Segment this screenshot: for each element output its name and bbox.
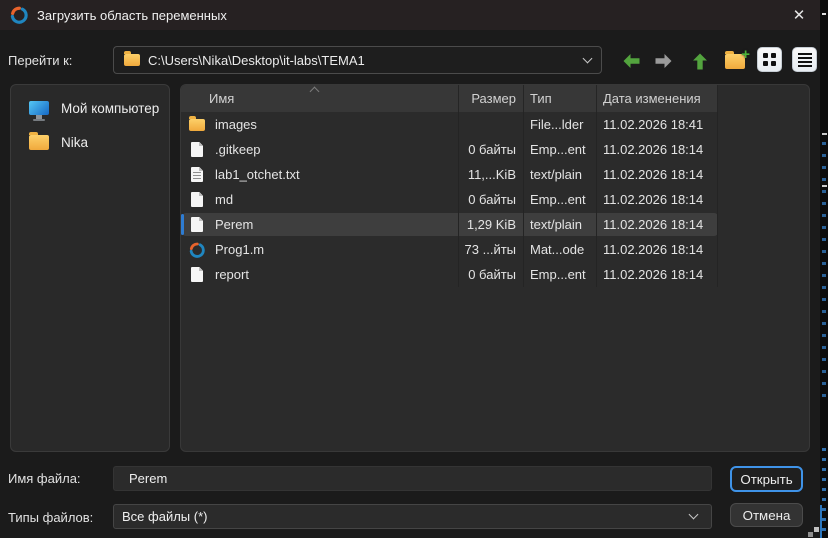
- table-row[interactable]: .gitkeep 0 байты Emp...ent 11.02.2026 18…: [181, 137, 809, 162]
- file-type: Mat...ode: [524, 237, 597, 262]
- filename-input[interactable]: Perem: [113, 466, 712, 491]
- file-size: [459, 112, 524, 137]
- background-window-strip: [820, 0, 828, 538]
- folder-icon: [124, 54, 140, 66]
- file-list-panel: Имя Размер Тип Дата изменения images: [180, 84, 810, 452]
- filename-value: Perem: [129, 471, 167, 486]
- up-button[interactable]: [687, 48, 713, 74]
- column-header-date[interactable]: Дата изменения: [597, 85, 718, 112]
- column-header-filler: [718, 85, 809, 112]
- file-size: 0 байты: [459, 137, 524, 162]
- file-size: 73 ...йты: [459, 237, 524, 262]
- file-name: Perem: [215, 217, 253, 232]
- column-header-name[interactable]: Имя: [181, 85, 459, 112]
- chevron-down-icon: [689, 510, 699, 520]
- file-type: Emp...ent: [524, 262, 597, 287]
- file-type: text/plain: [524, 212, 597, 237]
- new-folder-button[interactable]: +: [722, 48, 748, 74]
- file-date: 11.02.2026 18:14: [597, 212, 718, 237]
- new-folder-icon: +: [725, 54, 745, 69]
- grid-view-button[interactable]: [757, 47, 782, 72]
- sidebar-item-nika[interactable]: Nika: [11, 125, 169, 159]
- file-type-icon: [189, 242, 205, 258]
- back-arrow-icon: [621, 51, 642, 71]
- file-type: Emp...ent: [524, 187, 597, 212]
- file-type-icon: [189, 192, 205, 207]
- table-row[interactable]: lab1_otchet.txt 11,...KiB text/plain 11.…: [181, 162, 809, 187]
- table-row[interactable]: images File...lder 11.02.2026 18:41: [181, 112, 809, 137]
- file-type: text/plain: [524, 162, 597, 187]
- filetype-label: Типы файлов:: [8, 510, 93, 525]
- file-size: 11,...KiB: [459, 162, 524, 187]
- file-size: 0 байты: [459, 262, 524, 287]
- file-table-body: images File...lder 11.02.2026 18:41 .git…: [181, 112, 809, 287]
- sidebar-item-label: Мой компьютер: [61, 101, 159, 116]
- folder-icon: [29, 135, 49, 150]
- table-header: Имя Размер Тип Дата изменения: [181, 85, 809, 112]
- file-name: Prog1.m: [215, 242, 264, 257]
- file-type: File...lder: [524, 112, 597, 137]
- file-date: 11.02.2026 18:14: [597, 137, 718, 162]
- sidebar-item-my-computer[interactable]: Мой компьютер: [11, 91, 169, 125]
- path-combobox[interactable]: C:\Users\Nika\Desktop\it-labs\TEMA1: [113, 46, 602, 74]
- file-name: lab1_otchet.txt: [215, 167, 300, 182]
- file-size: 1,29 KiB: [459, 212, 524, 237]
- sidebar-item-label: Nika: [61, 135, 88, 150]
- up-arrow-icon: [690, 51, 710, 72]
- file-name: .gitkeep: [215, 142, 261, 157]
- table-row[interactable]: Prog1.m 73 ...йты Mat...ode 11.02.2026 1…: [181, 237, 809, 262]
- file-date: 11.02.2026 18:14: [597, 187, 718, 212]
- computer-icon: [29, 101, 49, 115]
- column-header-type[interactable]: Тип: [524, 85, 597, 112]
- column-header-size[interactable]: Размер: [459, 85, 524, 112]
- file-date: 11.02.2026 18:41: [597, 112, 718, 137]
- current-path: C:\Users\Nika\Desktop\it-labs\TEMA1: [148, 53, 576, 68]
- file-name: md: [215, 192, 233, 207]
- table-row[interactable]: Perem 1,29 KiB text/plain 11.02.2026 18:…: [181, 212, 809, 237]
- forward-button[interactable]: [650, 48, 676, 74]
- places-sidebar: Мой компьютер Nika: [10, 84, 170, 452]
- list-view-icon: [798, 53, 812, 67]
- forward-arrow-icon: [653, 51, 674, 71]
- file-type-icon: [189, 217, 205, 232]
- file-date: 11.02.2026 18:14: [597, 237, 718, 262]
- file-type: Emp...ent: [524, 137, 597, 162]
- file-name: report: [215, 267, 249, 282]
- table-row[interactable]: report 0 байты Emp...ent 11.02.2026 18:1…: [181, 262, 809, 287]
- table-row[interactable]: md 0 байты Emp...ent 11.02.2026 18:14: [181, 187, 809, 212]
- scilab-logo-icon: [10, 6, 28, 24]
- file-type-icon: [189, 119, 205, 131]
- window-title: Загрузить область переменных: [37, 8, 227, 23]
- chevron-down-icon: [583, 53, 593, 63]
- file-type-icon: [189, 142, 205, 157]
- open-button[interactable]: Открыть: [730, 466, 803, 492]
- file-date: 11.02.2026 18:14: [597, 262, 718, 287]
- file-type-icon: [189, 267, 205, 282]
- title-bar: Загрузить область переменных ✕: [0, 0, 820, 30]
- goto-label: Перейти к:: [8, 53, 72, 68]
- grid-view-icon: [763, 53, 768, 58]
- file-name: images: [215, 117, 257, 132]
- file-type-icon: [189, 167, 205, 182]
- filetype-combobox[interactable]: Все файлы (*): [113, 504, 712, 529]
- file-date: 11.02.2026 18:14: [597, 162, 718, 187]
- back-button[interactable]: [618, 48, 644, 74]
- close-icon[interactable]: ✕: [784, 2, 814, 28]
- filename-label: Имя файла:: [8, 471, 81, 486]
- list-view-button[interactable]: [792, 47, 817, 72]
- cancel-button[interactable]: Отмена: [730, 503, 803, 527]
- file-size: 0 байты: [459, 187, 524, 212]
- filetype-value: Все файлы (*): [122, 509, 690, 524]
